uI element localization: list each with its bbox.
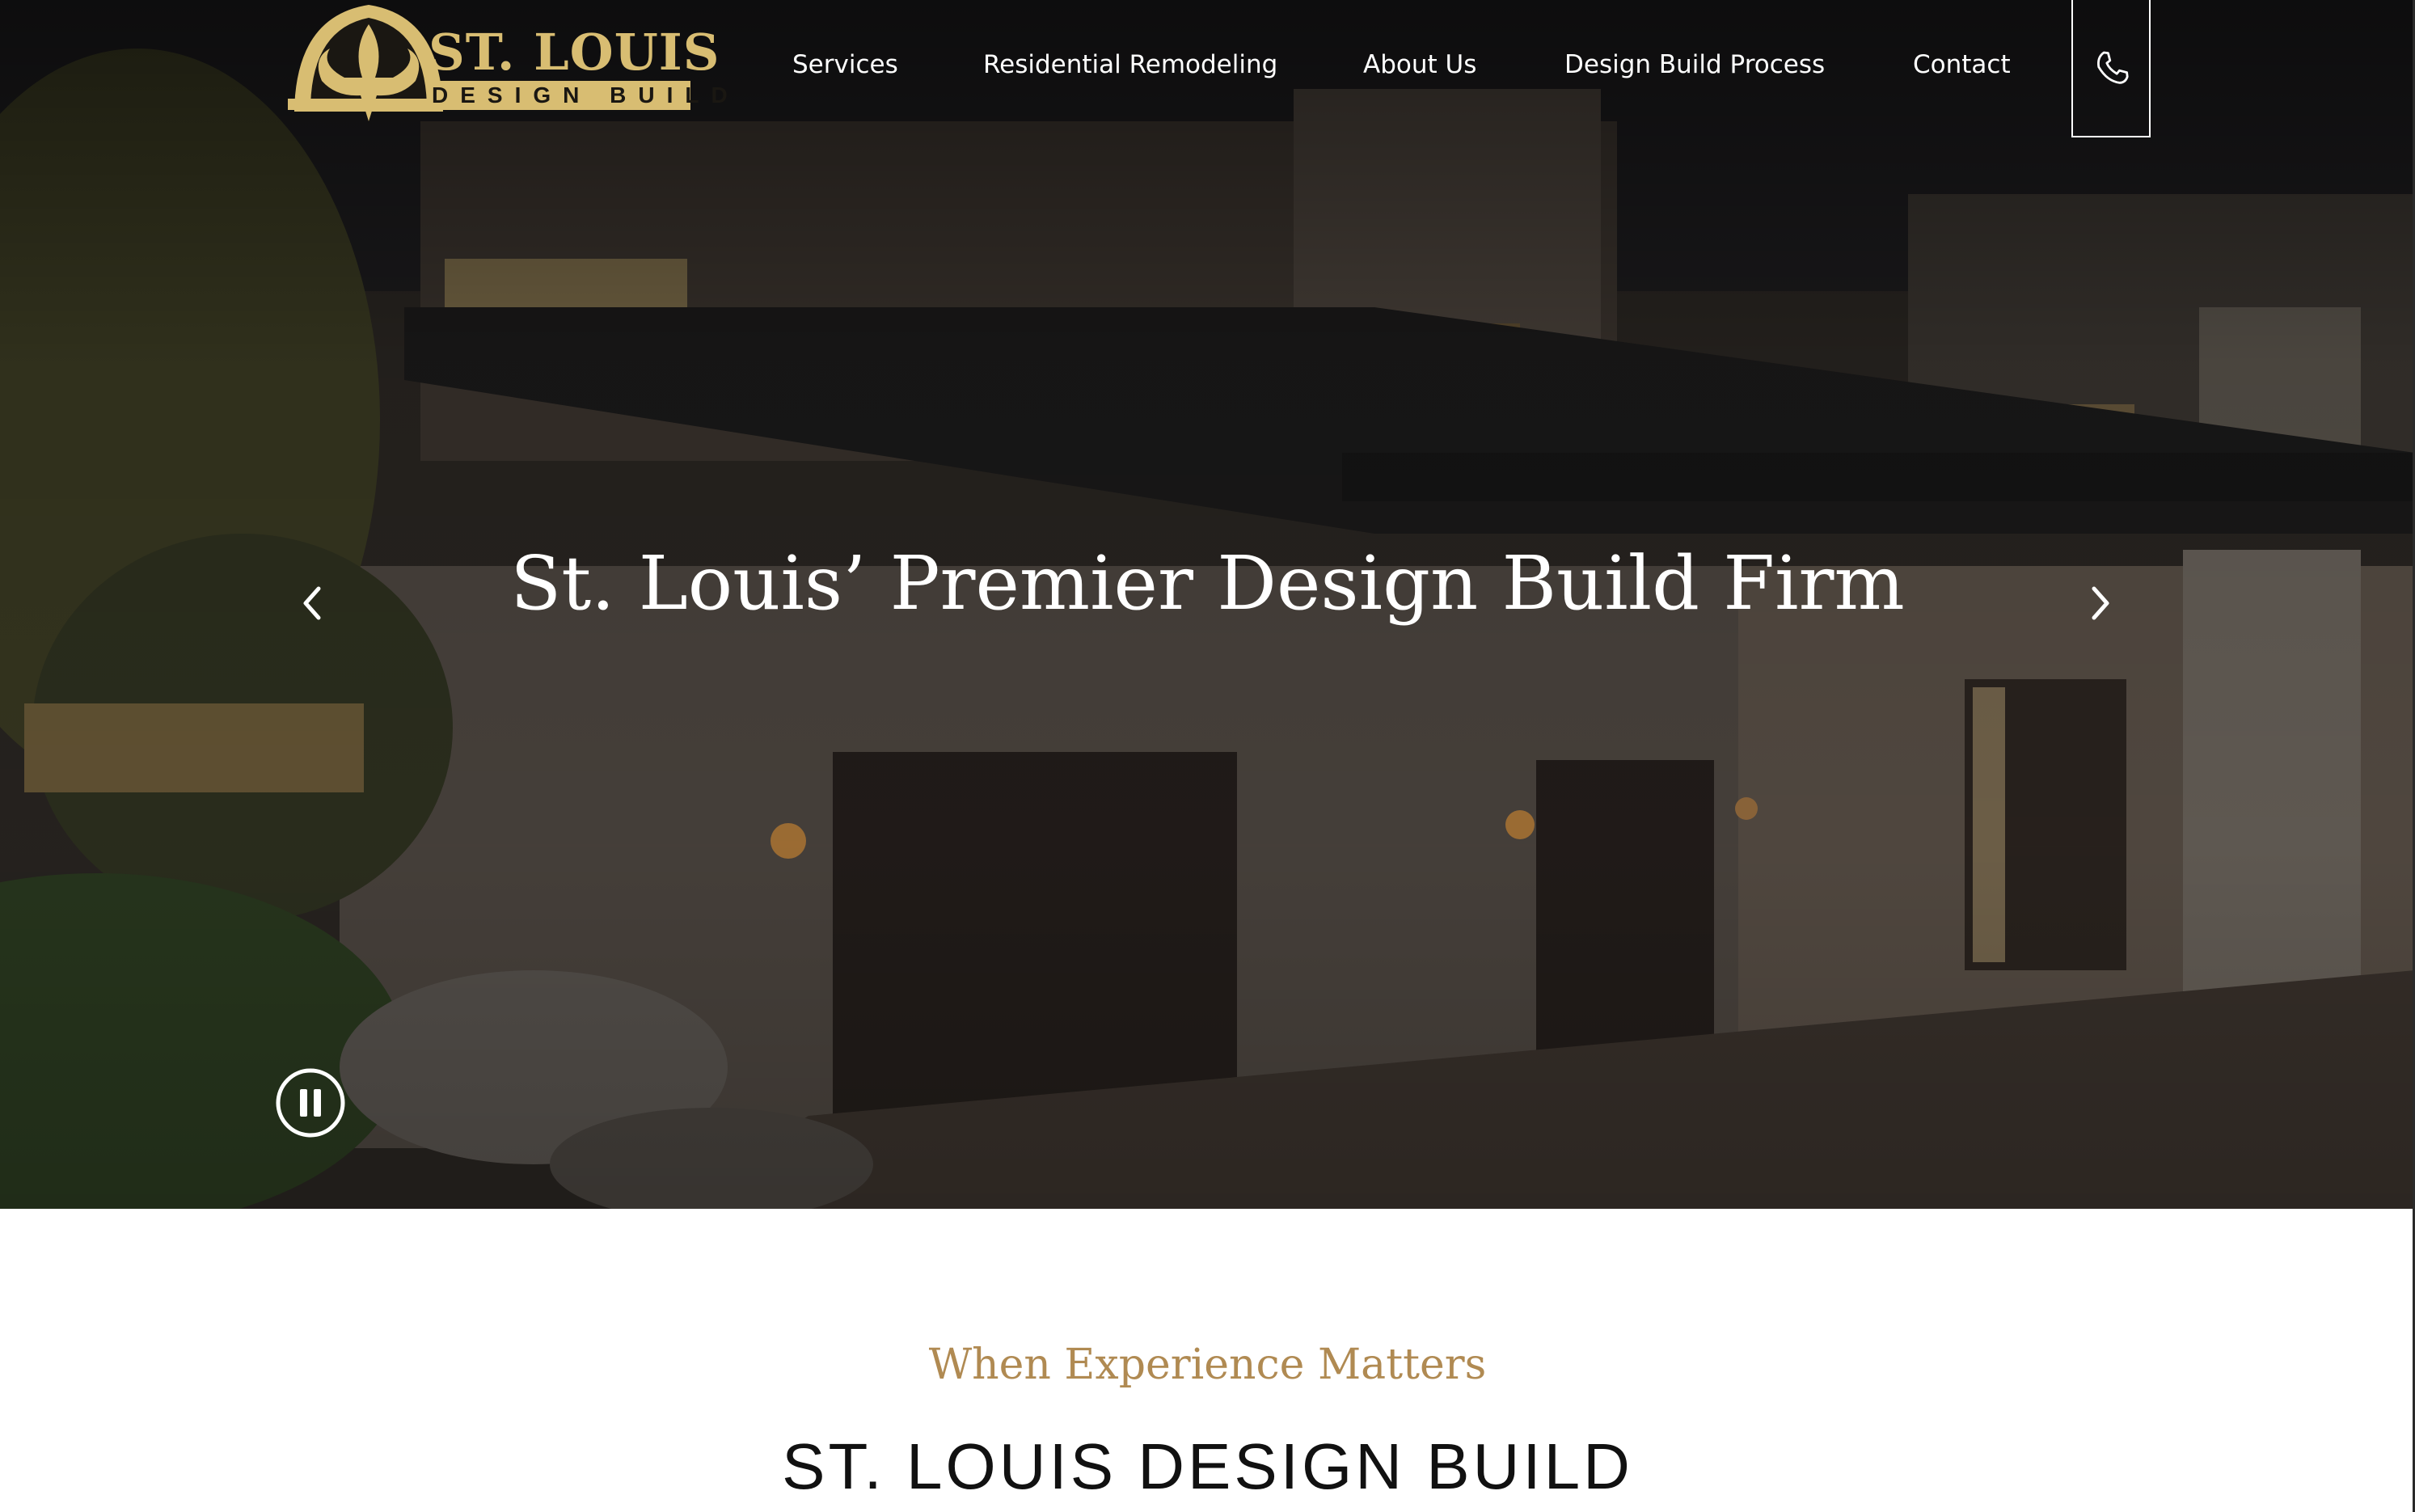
nav-item-contact[interactable]: Contact bbox=[1913, 50, 2011, 79]
phone-button[interactable] bbox=[2071, 0, 2151, 137]
pause-icon bbox=[276, 1068, 345, 1138]
slider-next-button[interactable] bbox=[2076, 571, 2125, 636]
logo[interactable]: ST. LOUIS DESIGN BUILD bbox=[288, 0, 728, 129]
phone-icon bbox=[2097, 51, 2129, 84]
intro-heading: ST. LOUIS DESIGN BUILD bbox=[782, 1430, 1633, 1502]
nav-item-design-build-process[interactable]: Design Build Process bbox=[1564, 50, 1825, 79]
logo-title: ST. LOUIS bbox=[429, 23, 720, 82]
logo-subtitle: DESIGN BUILD bbox=[432, 81, 728, 110]
chevron-right-icon bbox=[2092, 586, 2109, 620]
nav-item-services[interactable]: Services bbox=[792, 50, 898, 79]
hero-title: St. Louis’ Premier Design Build Firm bbox=[510, 540, 1905, 627]
slider-prev-button[interactable] bbox=[288, 571, 336, 636]
hero-slider: ST. LOUIS DESIGN BUILD Services Resident… bbox=[0, 0, 2415, 1209]
chevron-left-icon bbox=[303, 586, 321, 620]
intro-eyebrow: When Experience Matters bbox=[928, 1341, 1487, 1389]
slider-pause-button[interactable] bbox=[275, 1067, 346, 1138]
nav-item-residential-remodeling[interactable]: Residential Remodeling bbox=[983, 50, 1277, 79]
nav-item-about-us[interactable]: About Us bbox=[1363, 50, 1476, 79]
top-navigation-bar: ST. LOUIS DESIGN BUILD Services Resident… bbox=[0, 0, 2415, 139]
